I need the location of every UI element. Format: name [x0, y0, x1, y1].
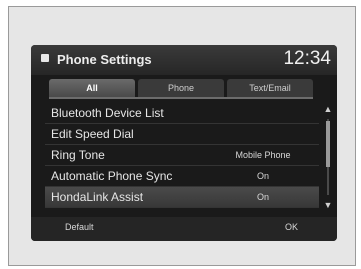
- infotainment-screen: Phone Settings 12:34 All Phone Text/Emai…: [31, 45, 337, 241]
- down-arrow-icon[interactable]: ▼: [323, 199, 333, 211]
- up-arrow-icon[interactable]: ▲: [323, 103, 333, 115]
- default-button[interactable]: Default: [65, 222, 94, 232]
- bottom-bar: Default OK: [31, 217, 337, 241]
- tab-all[interactable]: All: [49, 79, 135, 97]
- scroll-thumb[interactable]: [326, 121, 330, 167]
- list-item-ring-tone[interactable]: Ring Tone Mobile Phone: [45, 145, 319, 166]
- tab-bar: All Phone Text/Email: [49, 79, 313, 97]
- list-item-label: Bluetooth Device List: [51, 106, 164, 120]
- ok-button[interactable]: OK: [285, 222, 298, 232]
- title-bar: Phone Settings 12:34: [31, 45, 337, 75]
- list-item-edit-speed-dial[interactable]: Edit Speed Dial: [45, 124, 319, 145]
- menu-icon: [41, 54, 49, 62]
- page-title: Phone Settings: [57, 52, 152, 67]
- list-item-label: Automatic Phone Sync: [51, 169, 173, 183]
- clock: 12:34: [283, 48, 331, 69]
- list-item-label: Edit Speed Dial: [51, 127, 134, 141]
- settings-list: Bluetooth Device List Edit Speed Dial Ri…: [45, 103, 319, 208]
- list-item-label: HondaLink Assist: [51, 190, 144, 204]
- list-item-value: On: [256, 171, 269, 181]
- figure-frame: Phone Settings 12:34 All Phone Text/Emai…: [8, 6, 356, 266]
- tab-phone[interactable]: Phone: [138, 79, 224, 97]
- list-item-value: Mobile Phone: [235, 150, 291, 160]
- list-item-hondalink-assist[interactable]: HondaLink Assist On: [45, 187, 319, 208]
- tab-text-email[interactable]: Text/Email: [227, 79, 313, 97]
- list-item-label: Ring Tone: [51, 148, 105, 162]
- list-item-automatic-phone-sync[interactable]: Automatic Phone Sync On: [45, 166, 319, 187]
- list-item-bluetooth-device-list[interactable]: Bluetooth Device List: [45, 103, 319, 124]
- tab-divider: [49, 97, 313, 99]
- scrollbar[interactable]: ▲ ▼: [323, 103, 333, 211]
- list-item-value: On: [256, 192, 269, 202]
